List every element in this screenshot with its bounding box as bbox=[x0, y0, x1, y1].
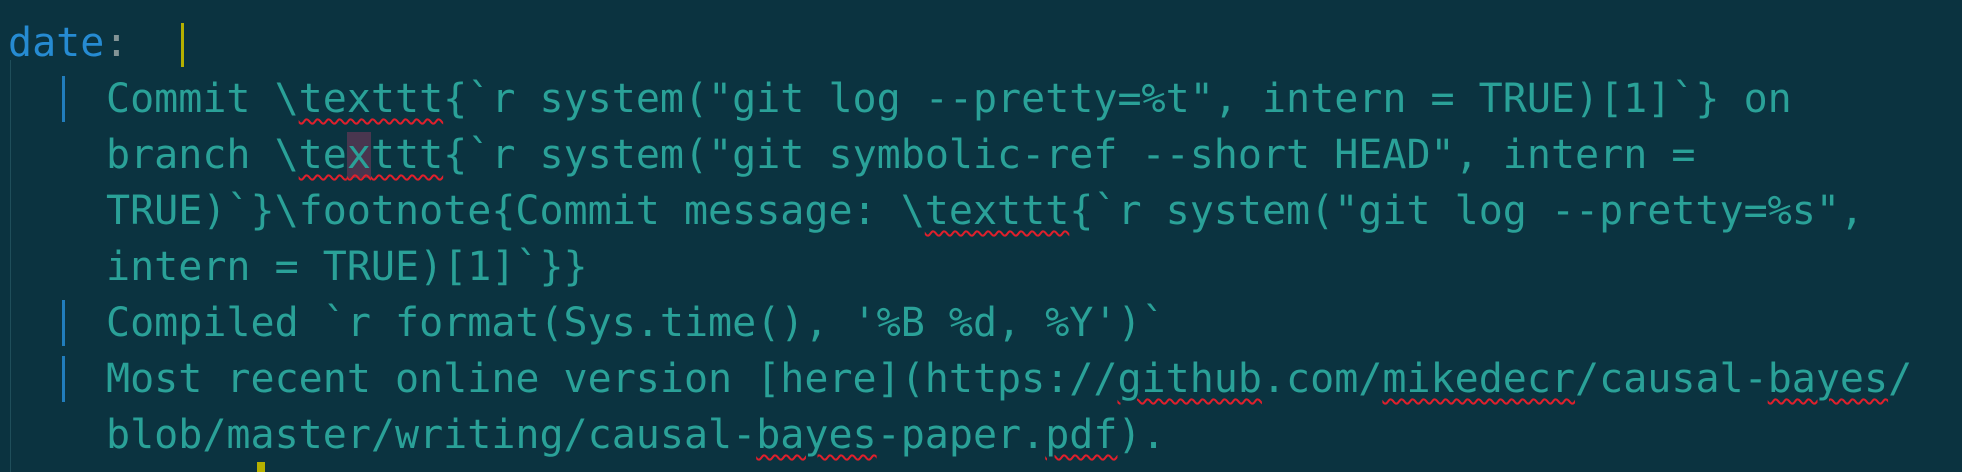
text-segment: branch \ bbox=[106, 132, 299, 178]
text-segment: intern = TRUE)[1]`}} bbox=[106, 244, 588, 290]
block-bar-3 bbox=[62, 356, 65, 402]
text-segment: {`r system("git log --pretty=%t", intern… bbox=[443, 76, 1792, 122]
spell-error-word: github bbox=[1117, 356, 1262, 402]
spell-error-word: bayes bbox=[756, 412, 877, 458]
spell-error-word: pdf bbox=[1045, 412, 1118, 458]
text-segment: .com/ bbox=[1261, 356, 1383, 402]
text-segment: blob/master/writing/causal- bbox=[106, 412, 757, 458]
cut-off-glyph bbox=[257, 462, 265, 472]
block-bar-2 bbox=[62, 300, 65, 346]
text-segment: TRUE)`}\footnote{Commit message: \ bbox=[106, 188, 925, 234]
yaml-colon: : bbox=[104, 20, 129, 66]
spell-error-word: mikedecr bbox=[1382, 356, 1576, 402]
yaml-key-date: date bbox=[8, 20, 105, 66]
text-segment: / bbox=[1888, 356, 1913, 402]
text-segment: Most recent online version [here](https:… bbox=[106, 356, 1118, 402]
code-line-commit[interactable]: Commit \texttt{`r system("git log --pret… bbox=[106, 71, 1792, 127]
code-line-compiled[interactable]: Compiled `r format(Sys.time(), '%B %d, %… bbox=[106, 295, 1166, 351]
text-segment: -paper. bbox=[876, 412, 1046, 458]
code-line-branch[interactable]: branch \texttt{`r system("git symbolic-r… bbox=[106, 127, 1695, 183]
text-segment: {`r system("git log --pretty=%s", bbox=[1069, 188, 1865, 234]
spell-error-word: texttt bbox=[298, 132, 444, 178]
spell-error-word: texttt bbox=[298, 76, 444, 122]
selection-highlight: x bbox=[346, 132, 371, 178]
text-segment: ). bbox=[1117, 412, 1166, 458]
spell-error-word: bayes bbox=[1767, 356, 1889, 402]
text-segment: {`r system("git symbolic-ref --short HEA… bbox=[443, 132, 1696, 178]
code-line-blob-path[interactable]: blob/master/writing/causal-bayes-paper.p… bbox=[106, 407, 1166, 463]
code-line-online-version[interactable]: Most recent online version [here](https:… bbox=[106, 351, 1912, 407]
text-segment: Commit \ bbox=[106, 76, 299, 122]
text-segment: Compiled `r format(Sys.time(), '%B %d, %… bbox=[106, 300, 1166, 346]
yaml-key-line[interactable]: date: bbox=[8, 15, 184, 71]
text-segment: te bbox=[298, 132, 347, 178]
code-line-intern[interactable]: intern = TRUE)[1]`}} bbox=[106, 239, 588, 295]
code-line-footnote[interactable]: TRUE)`}\footnote{Commit message: \texttt… bbox=[106, 183, 1864, 239]
indent-guide bbox=[10, 60, 11, 472]
text-segment: ttt bbox=[370, 132, 444, 178]
block-bar-1 bbox=[62, 76, 65, 122]
code-editor[interactable]: date: Commit \texttt{`r system("git log … bbox=[0, 0, 1962, 472]
text-segment: /causal- bbox=[1575, 356, 1768, 402]
spell-error-word: texttt bbox=[924, 188, 1070, 234]
text-cursor bbox=[180, 23, 184, 67]
